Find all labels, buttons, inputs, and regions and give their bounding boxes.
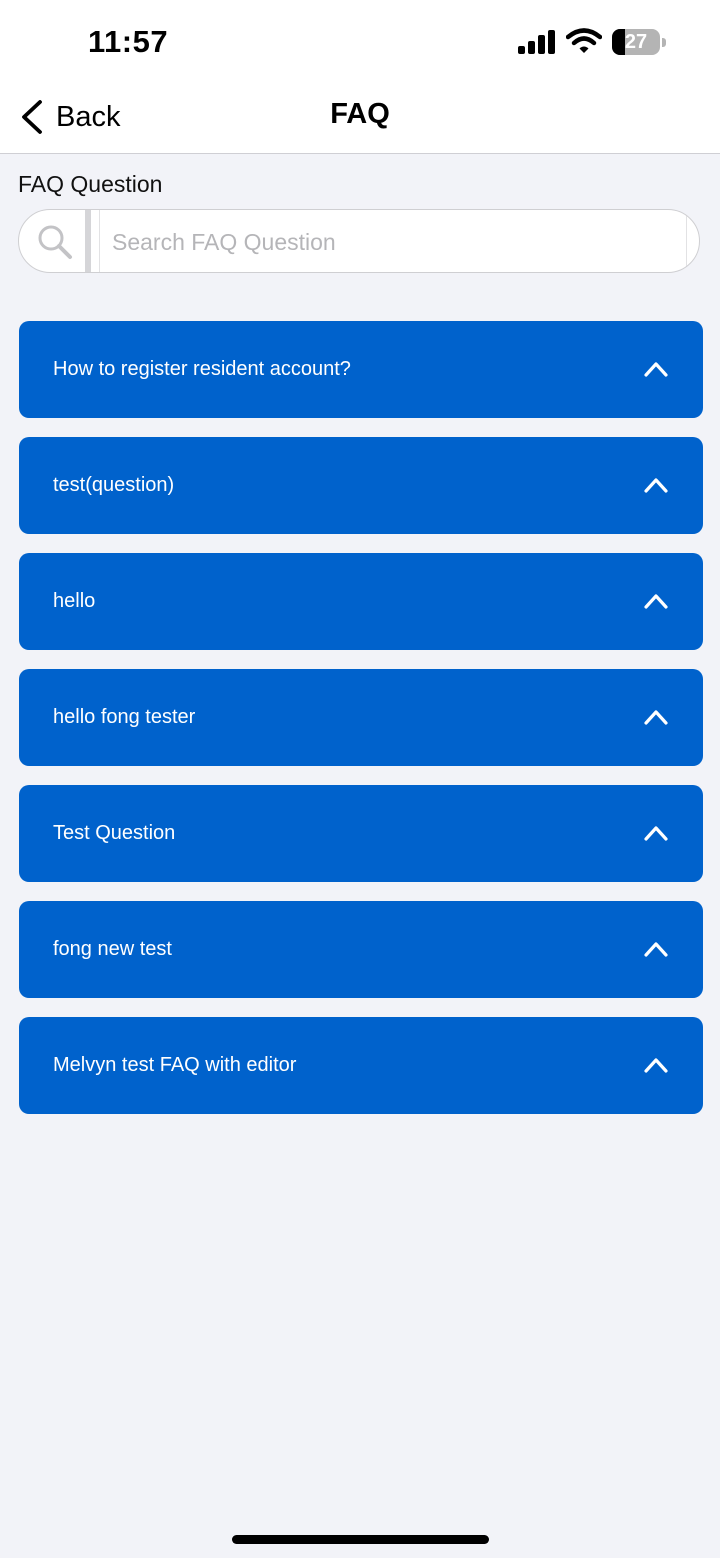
search-icon <box>38 225 72 259</box>
chevron-up-icon[interactable] <box>643 939 669 959</box>
home-indicator[interactable] <box>232 1535 489 1544</box>
nav-bar: Back FAQ <box>0 80 720 154</box>
faq-question: Test Question <box>53 822 176 844</box>
chevron-up-icon[interactable] <box>643 359 669 379</box>
signal-icon <box>518 30 555 54</box>
faq-question: fong new test <box>53 938 172 960</box>
chevron-up-icon[interactable] <box>643 823 669 843</box>
faq-question: Melvyn test FAQ with editor <box>53 1054 297 1076</box>
faq-question: How to register resident account? <box>53 358 351 380</box>
chevron-left-icon <box>22 100 42 134</box>
chevron-up-icon[interactable] <box>643 591 669 611</box>
back-label: Back <box>56 100 121 133</box>
faq-item[interactable]: hello <box>19 553 703 650</box>
faq-item[interactable]: hello fong tester <box>19 669 703 766</box>
faq-question: hello fong tester <box>53 706 196 728</box>
faq-question: hello <box>53 590 96 612</box>
battery-icon: 27 <box>612 29 666 57</box>
status-time: 11:57 <box>88 24 169 59</box>
faq-question: test(question) <box>53 474 175 496</box>
wifi-icon <box>566 28 602 53</box>
status-bar: 11:57 27 <box>0 0 720 80</box>
search-divider <box>85 210 91 272</box>
faq-list: How to register resident account? test(q… <box>19 321 703 1133</box>
chevron-up-icon[interactable] <box>643 707 669 727</box>
battery-body: 27 <box>612 29 660 55</box>
chevron-up-icon[interactable] <box>643 1055 669 1075</box>
faq-item[interactable]: How to register resident account? <box>19 321 703 418</box>
faq-item[interactable]: fong new test <box>19 901 703 998</box>
faq-item[interactable]: test(question) <box>19 437 703 534</box>
faq-item[interactable]: Melvyn test FAQ with editor <box>19 1017 703 1114</box>
battery-level: 27 <box>624 31 648 53</box>
back-button[interactable]: Back <box>18 98 120 136</box>
battery-cap <box>662 38 666 47</box>
chevron-up-icon[interactable] <box>643 475 669 495</box>
search-input[interactable] <box>99 210 687 272</box>
search-box[interactable] <box>18 209 700 273</box>
search-label: FAQ Question <box>18 171 163 197</box>
faq-item[interactable]: Test Question <box>19 785 703 882</box>
